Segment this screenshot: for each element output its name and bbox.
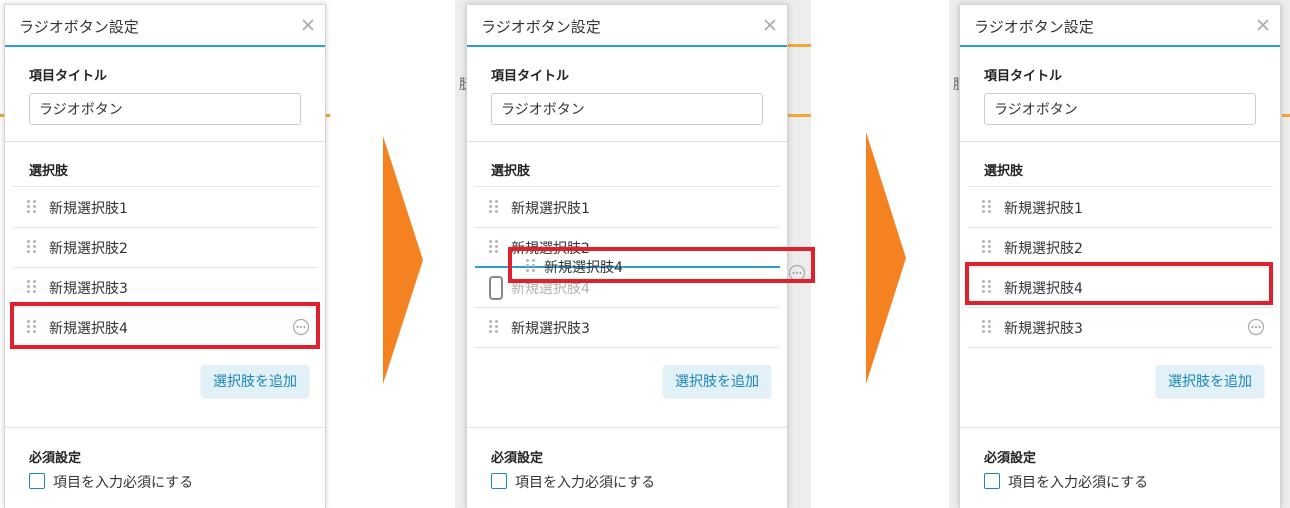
option-label: 新規選択肢4 xyxy=(544,260,623,276)
choices-label: 選択肢 xyxy=(491,164,531,179)
drag-handle-icon[interactable] xyxy=(982,280,992,294)
required-label: 必須設定 xyxy=(491,451,544,466)
option-row[interactable]: 新規選択肢2 xyxy=(13,227,318,267)
item-title-input[interactable] xyxy=(984,93,1256,125)
section-divider xyxy=(5,427,325,428)
option-row[interactable]: 新規選択肢2 xyxy=(968,227,1273,267)
item-title-label: 項目タイトル xyxy=(29,69,108,84)
option-label: 新規選択肢3 xyxy=(49,281,128,297)
drag-handle-icon[interactable] xyxy=(27,200,37,214)
list-divider xyxy=(13,347,318,348)
section-divider xyxy=(467,141,787,142)
option-row[interactable]: 新規選択肢1 xyxy=(968,187,1273,227)
option-label: 新規選択肢4 xyxy=(49,321,128,337)
required-checkbox[interactable] xyxy=(491,473,507,489)
option-label: 新規選択肢4 xyxy=(1004,281,1083,297)
add-choice-button[interactable]: 選択肢を追加 xyxy=(201,365,309,397)
arrow-right-icon xyxy=(866,132,906,384)
option-row[interactable]: 新規選択肢3 xyxy=(475,307,780,347)
option-label: 新規選択肢3 xyxy=(1004,321,1083,337)
drag-handle-icon[interactable] xyxy=(27,240,37,254)
list-divider xyxy=(968,347,1273,348)
required-checkbox[interactable] xyxy=(984,473,1000,489)
required-checkbox[interactable] xyxy=(29,473,45,489)
list-divider xyxy=(475,347,780,348)
drag-handle-icon[interactable] xyxy=(489,320,499,334)
drag-handle-icon[interactable] xyxy=(982,240,992,254)
item-title-label: 項目タイトル xyxy=(984,69,1063,84)
required-label: 必須設定 xyxy=(29,451,82,466)
section-divider xyxy=(467,427,787,428)
option-row[interactable]: 新規選択肢4 xyxy=(968,267,1273,307)
drag-handle-icon[interactable] xyxy=(982,320,992,334)
panel-title: ラジオボタン設定 xyxy=(481,18,601,36)
background-accent xyxy=(788,44,811,47)
add-choice-button[interactable]: 選択肢を追加 xyxy=(1156,365,1264,397)
more-options-icon[interactable] xyxy=(292,318,310,336)
drag-handle-icon[interactable] xyxy=(27,320,37,334)
section-divider xyxy=(960,141,1280,142)
drag-handle-icon[interactable] xyxy=(489,200,499,214)
drag-handle-icon[interactable] xyxy=(27,280,37,294)
drag-handle-icon[interactable] xyxy=(526,259,536,273)
close-icon[interactable] xyxy=(1254,16,1272,34)
option-row[interactable]: 新規選択肢3 xyxy=(13,267,318,307)
drag-handle-icon[interactable] xyxy=(982,200,992,214)
option-row[interactable]: 新規選択肢1 xyxy=(475,187,780,227)
option-row[interactable]: 新規選択肢3 xyxy=(968,307,1273,347)
required-checkbox-label: 項目を入力必須にする xyxy=(53,475,194,491)
add-choice-button[interactable]: 選択肢を追加 xyxy=(663,365,771,397)
option-label: 新規選択肢2 xyxy=(1004,241,1083,257)
background-accent xyxy=(788,114,811,117)
more-options-icon[interactable] xyxy=(788,264,806,282)
radio-settings-panel: ラジオボタン設定 項目タイトル 選択肢 新規選択肢1 新規選択肢2 新規選択肢4… xyxy=(959,4,1281,508)
panel-title: ラジオボタン設定 xyxy=(19,18,139,36)
item-title-input[interactable] xyxy=(29,93,301,125)
choices-label: 選択肢 xyxy=(984,164,1024,179)
panel-header: ラジオボタン設定 xyxy=(467,5,787,47)
option-label: 新規選択肢1 xyxy=(511,201,590,217)
option-label: 新規選択肢1 xyxy=(49,201,128,217)
item-title-label: 項目タイトル xyxy=(491,69,570,84)
panel-header: ラジオボタン設定 xyxy=(5,5,325,47)
dragged-option-row[interactable]: 新規選択肢4 xyxy=(514,248,810,284)
option-row[interactable]: 新規選択肢4 xyxy=(13,307,318,347)
option-label: 新規選択肢2 xyxy=(49,241,128,257)
panel-header: ラジオボタン設定 xyxy=(960,5,1280,47)
arrow-right-icon xyxy=(383,136,423,384)
required-checkbox-label: 項目を入力必須にする xyxy=(1008,475,1149,491)
section-divider xyxy=(5,141,325,142)
option-label: 新規選択肢1 xyxy=(1004,201,1083,217)
drag-handle-icon[interactable] xyxy=(489,240,499,254)
option-label: 新規選択肢3 xyxy=(511,321,590,337)
background-accent xyxy=(1282,114,1290,117)
drag-handle-icon[interactable] xyxy=(489,276,503,300)
radio-settings-panel: ラジオボタン設定 項目タイトル 選択肢 新規選択肢1 新規選択肢2 新規選択肢3… xyxy=(4,4,326,508)
more-options-icon[interactable] xyxy=(1247,318,1265,336)
close-icon[interactable] xyxy=(299,16,317,34)
option-row[interactable]: 新規選択肢1 xyxy=(13,187,318,227)
section-divider xyxy=(960,427,1280,428)
close-icon[interactable] xyxy=(761,16,779,34)
required-label: 必須設定 xyxy=(984,451,1037,466)
item-title-input[interactable] xyxy=(491,93,763,125)
panel-title: ラジオボタン設定 xyxy=(974,18,1094,36)
required-checkbox-label: 項目を入力必須にする xyxy=(515,475,656,491)
choices-label: 選択肢 xyxy=(29,164,69,179)
